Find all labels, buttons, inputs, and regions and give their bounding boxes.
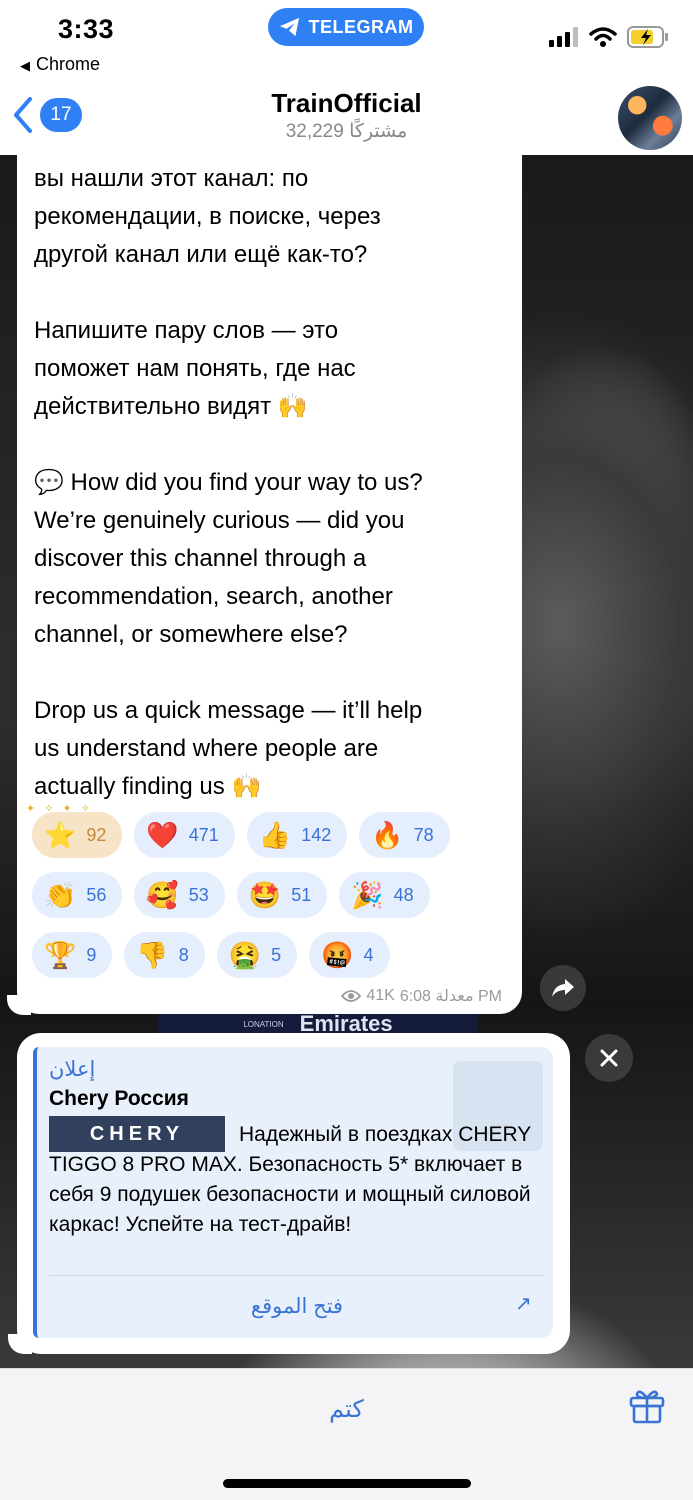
gift-button[interactable] [628, 1387, 666, 1430]
message-bubble[interactable]: вы нашли этот канал: по рекомендации, в … [17, 150, 522, 1014]
reaction-vomit[interactable]: 🤮 5 [216, 932, 298, 978]
chat-header: 17 TrainOfficial 32,229 مشتركًا [0, 80, 693, 155]
cursing-face-icon: 🤬 [321, 940, 354, 970]
reaction-trophy[interactable]: 🏆 9 [32, 932, 113, 978]
gift-icon [629, 1390, 665, 1424]
battery-icon [627, 26, 668, 48]
telegram-pill-label: TELEGRAM [308, 16, 414, 37]
channel-avatar[interactable] [618, 86, 682, 150]
vomit-face-icon: 🤮 [228, 940, 262, 970]
subscriber-count: 32,229 مشتركًا [285, 121, 408, 142]
status-bar: 3:33 ◀ Chrome TELEGRAM [0, 0, 693, 80]
reaction-count: 471 [188, 824, 219, 845]
ad-title: Chery Россия [49, 1087, 189, 1110]
star-icon: ⭐ [44, 820, 77, 850]
reaction-thumbs-down[interactable]: 👎 8 [124, 932, 205, 978]
message-time: 6:08 معدلة PM [399, 988, 502, 1005]
reaction-star[interactable]: ✦ ✧ ✦ ✧ ⭐ 92 [26, 803, 123, 858]
view-count: 41K [366, 987, 395, 1004]
eye-icon [341, 990, 362, 1002]
ad-label: إعلان [49, 1058, 96, 1081]
reaction-count: 51 [291, 884, 312, 905]
reaction-heart[interactable]: ❤️ 471 [134, 812, 235, 858]
reactions-panel: ✦ ✧ ✦ ✧ ⭐ 92 ❤️ 471 👍 142 🔥 78 👏 56 🥰 53… [26, 803, 512, 992]
reactions-row-1: ✦ ✧ ✦ ✧ ⭐ 92 ❤️ 471 👍 142 🔥 78 [26, 803, 512, 858]
telegram-icon [279, 17, 299, 37]
reaction-count: 78 [413, 824, 434, 845]
message-meta: 41K 6:08 معدلة PM [341, 986, 502, 1006]
clap-icon: 👏 [44, 880, 77, 910]
ad-body: Надежный в поездках CHERY TIGGO 8 PRO MA… [49, 1123, 531, 1236]
signal-icon [549, 27, 578, 47]
reactions-row-3: 🏆 9 👎 8 🤮 5 🤬 4 [32, 932, 512, 978]
trophy-icon: 🏆 [44, 940, 77, 970]
telegram-pill[interactable]: TELEGRAM [268, 8, 424, 46]
reaction-clap[interactable]: 👏 56 [32, 872, 123, 918]
back-triangle-icon: ◀ [20, 58, 30, 73]
system-icons [549, 26, 669, 48]
reaction-count: 4 [363, 944, 374, 965]
reaction-count: 142 [301, 824, 332, 845]
reactions-row-2: 👏 56 🥰 53 🤩 51 🎉 48 [32, 872, 512, 918]
open-site-button[interactable]: فتح الموقع [37, 1294, 557, 1319]
sparkles-icon: ✦ ✧ ✦ ✧ [26, 803, 94, 815]
reaction-star-struck[interactable]: 🤩 51 [236, 872, 328, 918]
reaction-count: 48 [393, 884, 414, 905]
ad-divider [49, 1275, 545, 1276]
reaction-count: 53 [188, 884, 209, 905]
external-arrow-icon: ↗ [515, 1293, 532, 1315]
ad-card[interactable]: إعلان Chery Россия CHERY Надежный в поез… [33, 1047, 553, 1338]
share-icon [552, 979, 574, 997]
jersey-small-text: LONATION [243, 1019, 284, 1029]
close-ad-button[interactable] [585, 1034, 633, 1082]
star-struck-icon: 🤩 [248, 880, 282, 910]
reaction-party[interactable]: 🎉 48 [339, 872, 430, 918]
back-app-label: Chrome [36, 54, 101, 74]
reaction-fire[interactable]: 🔥 78 [359, 812, 450, 858]
channel-title[interactable]: TrainOfficial [0, 88, 693, 119]
reaction-count: 92 [86, 824, 107, 845]
reaction-count: 5 [271, 944, 282, 965]
reaction-smiling-hearts[interactable]: 🥰 53 [134, 872, 225, 918]
back-to-app-link[interactable]: ◀ Chrome [20, 54, 100, 75]
message-text: вы нашли этот канал: по рекомендации, в … [34, 165, 423, 800]
status-time: 3:33 [58, 14, 115, 44]
smiling-hearts-icon: 🥰 [146, 880, 179, 910]
fire-icon: 🔥 [371, 820, 404, 850]
reaction-count: 8 [178, 944, 189, 965]
reaction-count: 56 [86, 884, 107, 905]
share-button[interactable] [540, 965, 586, 1011]
party-popper-icon: 🎉 [351, 880, 384, 910]
thumbs-up-icon: 👍 [258, 820, 292, 850]
thumbs-down-icon: 👎 [136, 940, 169, 970]
heart-icon: ❤️ [146, 820, 179, 850]
home-indicator[interactable] [223, 1479, 471, 1488]
sponsored-message[interactable]: إعلان Chery Россия CHERY Надежный в поез… [17, 1033, 570, 1354]
close-icon [600, 1049, 618, 1067]
reaction-cursing[interactable]: 🤬 4 [309, 932, 390, 978]
reaction-count: 9 [86, 944, 97, 965]
reaction-thumbs-up[interactable]: 👍 142 [246, 812, 348, 858]
wifi-icon [589, 27, 617, 47]
mute-button[interactable]: كتم [0, 1395, 693, 1424]
